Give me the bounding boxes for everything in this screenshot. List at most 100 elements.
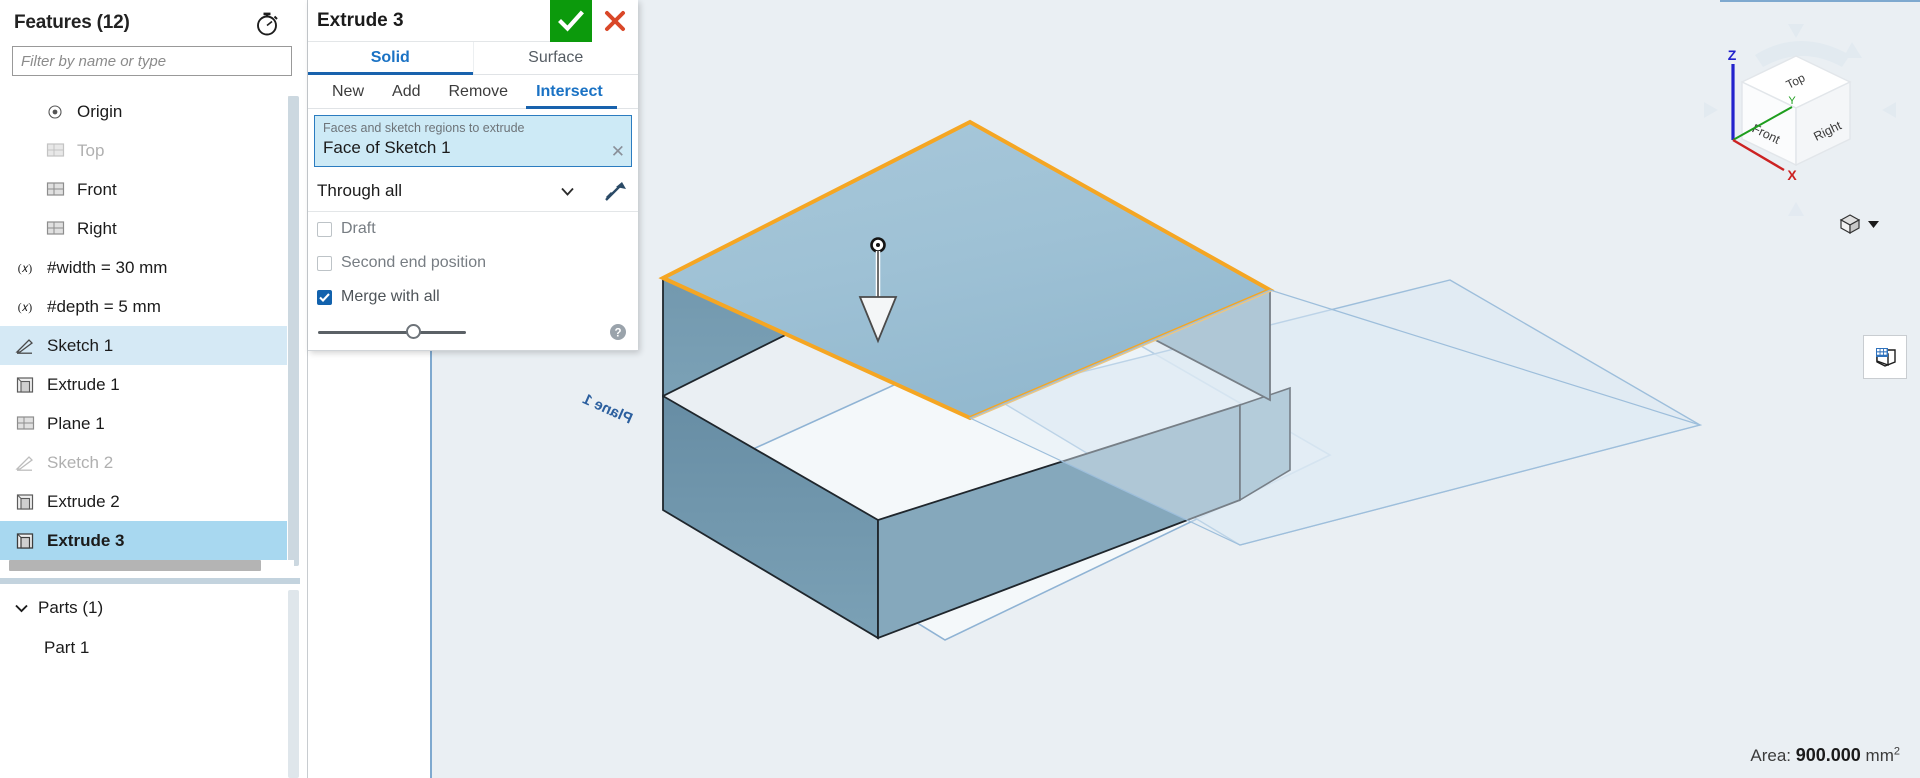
variable-icon: (𝑥): [14, 297, 36, 317]
tree-item-label: #depth = 5 mm: [47, 297, 161, 316]
cancel-button[interactable]: [592, 0, 638, 42]
view-cube[interactable]: Top Front Right Z Y X: [1700, 20, 1900, 220]
check-icon: [319, 292, 330, 302]
chevron-down-icon: [1868, 221, 1879, 228]
op-remove[interactable]: Remove: [434, 75, 522, 108]
status-bar-area-measurement: Area: 900.000 mm2: [1750, 745, 1900, 766]
merge-with-all-label: Merge with all: [341, 288, 440, 305]
parts-header-label: Parts (1): [38, 598, 104, 617]
tree-item-label: Front: [77, 180, 117, 199]
tree-item-label: Plane 1: [47, 414, 105, 433]
tree-item-label: Extrude 3: [47, 531, 125, 550]
svg-text:X: X: [1787, 167, 1797, 183]
svg-text:(𝑥): (𝑥): [18, 261, 32, 274]
help-icon[interactable]: ?: [609, 323, 627, 341]
second-end-position-label: Second end position: [341, 254, 486, 271]
op-intersect[interactable]: Intersect: [522, 75, 617, 109]
op-new[interactable]: New: [318, 75, 378, 108]
sketch-icon: [14, 336, 36, 356]
second-end-position-checkbox[interactable]: [317, 255, 332, 271]
end-condition-value: Through all: [317, 181, 403, 200]
svg-text:Z: Z: [1728, 47, 1737, 63]
close-small-icon[interactable]: ✕: [611, 143, 625, 160]
selection-hint-label: Faces and sketch regions to extrude: [323, 121, 525, 135]
tree-item-extrude-3[interactable]: Extrude 3: [0, 521, 287, 560]
tree-item-plane-1[interactable]: Plane 1: [0, 404, 300, 443]
tree-item-top[interactable]: Top: [0, 131, 300, 170]
tree-item-label: #width = 30 mm: [47, 258, 168, 277]
origin-icon: [44, 102, 66, 122]
plane-icon: [44, 141, 66, 161]
confirm-button[interactable]: [550, 0, 592, 42]
extrude-selection-field[interactable]: Faces and sketch regions to extrude Face…: [314, 115, 632, 167]
extrude-dialog-titlebar: Extrude 3: [308, 0, 638, 42]
display-mode-selector[interactable]: [1838, 212, 1879, 236]
extrude-dialog: Extrude 3 Solid Surface New Add Remove I…: [308, 0, 638, 351]
extrude-icon: [14, 492, 36, 512]
tree-item-variable-depth[interactable]: (𝑥) #depth = 5 mm: [0, 287, 300, 326]
extrude-icon: [14, 531, 36, 551]
svg-text:Y: Y: [1788, 95, 1796, 107]
op-label: Remove: [448, 82, 509, 100]
tab-surface[interactable]: Surface: [472, 42, 638, 74]
appearance-cube-icon: [1876, 348, 1896, 367]
filter-row: [0, 46, 307, 76]
op-label: Add: [392, 82, 421, 100]
tree-item-label: Sketch 1: [47, 336, 114, 355]
panel-splitter[interactable]: [0, 578, 300, 584]
plane-icon: [14, 414, 36, 434]
merge-with-all-checkbox[interactable]: [317, 289, 332, 305]
stopwatch-icon[interactable]: [253, 9, 281, 37]
parts-list-item-part-1[interactable]: Part 1: [0, 628, 300, 668]
draft-checkbox[interactable]: [317, 221, 332, 237]
tree-item-origin[interactable]: Origin: [0, 92, 300, 131]
tab-solid[interactable]: Solid: [308, 42, 473, 75]
shaded-cube-icon: [1839, 214, 1861, 235]
3d-viewport[interactable]: Plane 1: [430, 0, 1920, 778]
opacity-slider-track[interactable]: [318, 331, 466, 334]
page-title: Features (12): [14, 12, 130, 33]
chevron-down-icon[interactable]: [561, 181, 574, 201]
variable-icon: (𝑥): [14, 258, 36, 278]
area-unit: mm: [1865, 746, 1894, 765]
filter-input[interactable]: [12, 46, 292, 76]
viewport-top-border: [1720, 0, 1920, 2]
onshape-app-window: Plane 1 Top Front Right Z Y X Area: 900.…: [0, 0, 1920, 778]
feature-tree-hscrollbar-thumb[interactable]: [9, 560, 261, 571]
check-icon: [558, 10, 584, 32]
tree-item-extrude-1[interactable]: Extrude 1: [0, 365, 300, 404]
sketch-icon: [14, 453, 36, 473]
tree-item-right[interactable]: Right: [0, 209, 300, 248]
op-add[interactable]: Add: [378, 75, 434, 108]
extrude-type-tabs: Solid Surface: [308, 42, 638, 75]
draft-checkbox-row[interactable]: Draft: [308, 212, 638, 246]
feature-tree-scrollbar-thumb[interactable]: [288, 96, 299, 566]
tree-item-label: Top: [77, 141, 105, 160]
tree-item-label: Extrude 1: [47, 375, 120, 394]
second-end-position-checkbox-row[interactable]: Second end position: [308, 246, 638, 280]
chevron-down-icon[interactable]: [14, 603, 32, 613]
plane-icon: [44, 180, 66, 200]
merge-with-all-checkbox-row[interactable]: Merge with all: [308, 280, 638, 314]
flip-direction-icon: [605, 182, 626, 201]
svg-text:?: ?: [614, 327, 621, 339]
area-label: Area:: [1750, 746, 1791, 765]
tree-item-front[interactable]: Front: [0, 170, 300, 209]
parts-section-header[interactable]: Parts (1): [0, 588, 300, 628]
3d-model-canvas[interactable]: [430, 0, 1920, 778]
end-condition-dropdown[interactable]: Through all: [308, 181, 592, 201]
flip-direction-button[interactable]: [592, 178, 638, 204]
tree-item-sketch-2[interactable]: Sketch 2: [0, 443, 300, 482]
close-icon: [605, 11, 625, 31]
features-panel-header: Features (12): [0, 0, 307, 46]
plane-icon: [44, 219, 66, 239]
tree-item-label: Extrude 2: [47, 492, 120, 511]
tree-item-variable-width[interactable]: (𝑥) #width = 30 mm: [0, 248, 300, 287]
parts-scrollbar-thumb[interactable]: [288, 590, 299, 778]
appearance-panel-button[interactable]: [1863, 335, 1907, 379]
feature-tree: Origin Top Front Right (𝑥) #width = 30 m…: [0, 92, 300, 570]
tree-item-sketch-1[interactable]: Sketch 1: [0, 326, 287, 365]
tree-item-extrude-2[interactable]: Extrude 2: [0, 482, 300, 521]
extrude-icon: [14, 375, 36, 395]
opacity-slider-knob[interactable]: [406, 324, 421, 339]
